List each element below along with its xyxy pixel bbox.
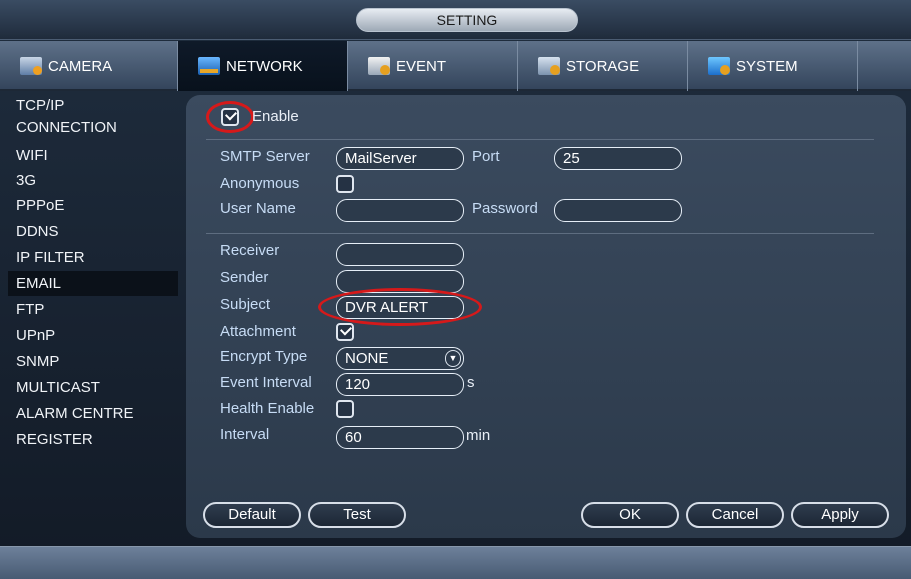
receiver-input[interactable]: [336, 243, 464, 266]
sidebar-item-pppoe[interactable]: PPPoE: [8, 193, 178, 218]
username-input[interactable]: [336, 199, 464, 222]
tab-storage[interactable]: STORAGE: [518, 41, 688, 91]
divider: [206, 233, 874, 234]
chevron-down-icon[interactable]: ▼: [445, 350, 461, 367]
system-icon: [708, 57, 730, 75]
main-tabs: CAMERA NETWORK EVENT STORAGE SYSTEM: [0, 41, 911, 91]
smtp-server-input[interactable]: MailServer: [336, 147, 464, 170]
sidebar-item-multicast[interactable]: MULTICAST: [8, 375, 178, 400]
encrypt-type-select[interactable]: NONE ▼: [336, 347, 464, 370]
event-icon: [368, 57, 390, 75]
test-button[interactable]: Test: [308, 502, 406, 528]
network-icon: [198, 57, 220, 75]
password-label: Password: [472, 200, 538, 217]
default-button[interactable]: Default: [203, 502, 301, 528]
sidebar-item-register[interactable]: REGISTER: [8, 427, 178, 452]
camera-icon: [20, 57, 42, 75]
health-enable-label: Health Enable: [220, 400, 315, 417]
sidebar-item-upnp[interactable]: UPnP: [8, 323, 178, 348]
sidebar-item-3g[interactable]: 3G: [8, 168, 178, 193]
event-interval-input[interactable]: 120: [336, 373, 464, 396]
smtp-server-label: SMTP Server: [220, 148, 310, 165]
sidebar-item-email[interactable]: EMAIL: [8, 271, 178, 296]
sender-label: Sender: [220, 269, 269, 286]
sidebar-item-alarm-centre[interactable]: ALARM CENTRE: [8, 401, 178, 426]
status-bar: [0, 546, 911, 579]
tab-label: STORAGE: [566, 57, 640, 75]
interval-unit: min: [466, 427, 491, 444]
enable-checkbox[interactable]: [221, 108, 239, 126]
tab-label: NETWORK: [226, 57, 303, 75]
tab-label: CAMERA: [48, 57, 113, 75]
password-input[interactable]: [554, 199, 682, 222]
sidebar-item-connection[interactable]: CONNECTION: [8, 115, 178, 140]
interval-label: Interval: [220, 426, 270, 443]
sidebar-item-ddns[interactable]: DDNS: [8, 219, 178, 244]
window-title: SETTING: [356, 8, 578, 32]
sidebar-item-wifi[interactable]: WIFI: [8, 143, 178, 168]
cancel-button[interactable]: Cancel: [686, 502, 784, 528]
network-sidebar: TCP/IP CONNECTION WIFI 3G PPPoE DDNS IP …: [8, 93, 178, 538]
health-enable-checkbox[interactable]: [336, 400, 354, 418]
sidebar-item-ip-filter[interactable]: IP FILTER: [8, 245, 178, 270]
interval-input[interactable]: 60: [336, 426, 464, 449]
tab-network[interactable]: NETWORK: [178, 41, 348, 91]
sidebar-item-snmp[interactable]: SNMP: [8, 349, 178, 374]
sidebar-item-ftp[interactable]: FTP: [8, 297, 178, 322]
attachment-checkbox[interactable]: [336, 323, 354, 341]
subject-input[interactable]: DVR ALERT: [336, 296, 464, 319]
tab-event[interactable]: EVENT: [348, 41, 518, 91]
tab-label: SYSTEM: [736, 57, 798, 75]
subject-label: Subject: [220, 296, 271, 313]
anonymous-label: Anonymous: [220, 175, 300, 192]
receiver-label: Receiver: [220, 242, 280, 259]
title-bar: SETTING: [0, 0, 911, 40]
apply-button[interactable]: Apply: [791, 502, 889, 528]
enable-label: Enable: [252, 108, 299, 125]
email-settings-panel: Enable SMTP Server MailServer Port 25 An…: [186, 95, 906, 538]
sender-input[interactable]: [336, 270, 464, 293]
attachment-label: Attachment: [220, 323, 296, 340]
tab-system[interactable]: SYSTEM: [688, 41, 858, 91]
divider: [206, 139, 874, 140]
event-interval-label: Event Interval: [220, 374, 312, 391]
encrypt-type-label: Encrypt Type: [220, 348, 308, 365]
event-interval-unit: s: [467, 374, 475, 391]
port-input[interactable]: 25: [554, 147, 682, 170]
tab-label: EVENT: [396, 57, 447, 75]
storage-icon: [538, 57, 560, 75]
encrypt-type-value: NONE: [345, 350, 389, 367]
ok-button[interactable]: OK: [581, 502, 679, 528]
tab-camera[interactable]: CAMERA: [0, 41, 178, 91]
anonymous-checkbox[interactable]: [336, 175, 354, 193]
username-label: User Name: [220, 200, 296, 217]
settings-window: SETTING CAMERA NETWORK EVENT STORAGE SYS…: [0, 0, 911, 579]
port-label: Port: [472, 148, 500, 165]
